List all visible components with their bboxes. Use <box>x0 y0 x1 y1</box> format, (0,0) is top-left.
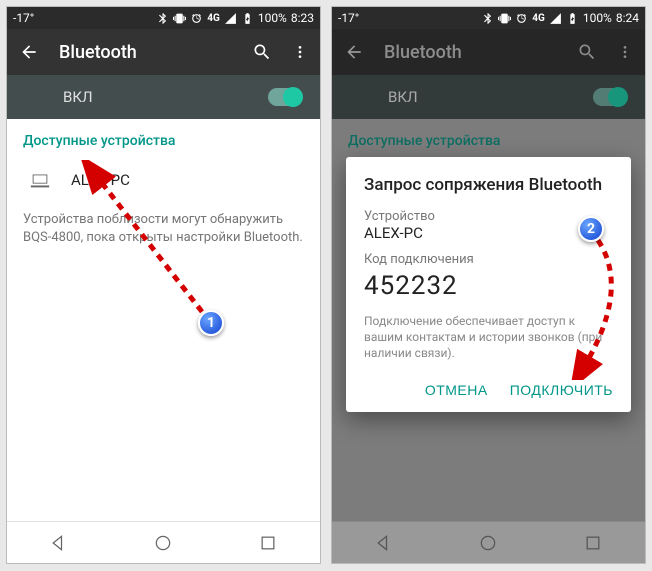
pairing-code: 452232 <box>364 271 613 301</box>
vibrate-icon <box>498 12 511 25</box>
bt-toggle-row[interactable]: ВКЛ <box>332 75 645 119</box>
clock: 8:23 <box>291 11 314 25</box>
section-header: Доступные устройства <box>348 133 629 149</box>
bluetooth-icon <box>481 12 494 25</box>
page-title: Bluetooth <box>59 42 232 63</box>
clock: 8:24 <box>616 11 639 25</box>
battery-icon <box>241 12 254 25</box>
section-header: Доступные устройства <box>23 133 304 149</box>
search-icon[interactable] <box>252 42 272 62</box>
page-title: Bluetooth <box>384 42 557 63</box>
toggle-label: ВКЛ <box>63 88 93 106</box>
network-4g-icon: 4G <box>532 13 545 24</box>
dialog-device-name: ALEX-PC <box>364 224 613 242</box>
menu-dots-icon[interactable] <box>617 42 633 62</box>
content-area: Доступные устройства ALEX-PC Устройства … <box>7 119 320 521</box>
battery-pct: 100% <box>583 11 612 25</box>
nav-bar <box>7 521 320 563</box>
app-bar: Bluetooth <box>332 29 645 75</box>
laptop-icon <box>29 169 51 191</box>
cancel-button[interactable]: ОТМЕНА <box>425 382 488 398</box>
nav-recent-icon[interactable] <box>258 533 278 553</box>
discoverable-hint: Устройства поблизости могут обнаружить B… <box>23 211 304 246</box>
alarm-icon <box>515 12 528 25</box>
code-label: Код подключения <box>364 252 613 267</box>
device-row[interactable]: ALEX-PC <box>23 163 304 205</box>
nav-back-icon[interactable] <box>49 533 69 553</box>
nav-home-icon[interactable] <box>153 533 173 553</box>
pair-dialog: Запрос сопряжения Bluetooth Устройство A… <box>346 157 631 412</box>
nav-recent-icon[interactable] <box>583 533 603 553</box>
phone-left: -17° 4G 100% 8:23 Bluetooth ВКЛ Доступны… <box>6 6 321 564</box>
dialog-note: Подключение обеспечивает доступ к вашим … <box>364 313 613 362</box>
callout-badge-2: 2 <box>578 216 604 242</box>
temperature: -17° <box>13 11 34 25</box>
toggle-switch[interactable] <box>268 88 302 106</box>
device-label: Устройство <box>364 209 613 224</box>
temperature: -17° <box>338 11 359 25</box>
nav-bar <box>332 521 645 563</box>
alarm-icon <box>190 12 203 25</box>
phone-right: -17° 4G 100% 8:24 Bluetooth ВКЛ Доступны… <box>331 6 646 564</box>
signal-icon <box>549 12 562 25</box>
nav-home-icon[interactable] <box>478 533 498 553</box>
status-bar: -17° 4G 100% 8:23 <box>7 7 320 29</box>
bt-toggle-row[interactable]: ВКЛ <box>7 75 320 119</box>
bluetooth-icon <box>156 12 169 25</box>
device-name: ALEX-PC <box>71 171 130 189</box>
battery-icon <box>566 12 579 25</box>
dialog-actions: ОТМЕНА ПОДКЛЮЧИТЬ <box>364 376 613 402</box>
back-icon[interactable] <box>344 42 364 62</box>
nav-back-icon[interactable] <box>374 533 394 553</box>
battery-pct: 100% <box>258 11 287 25</box>
status-bar: -17° 4G 100% 8:24 <box>332 7 645 29</box>
pair-button[interactable]: ПОДКЛЮЧИТЬ <box>510 382 613 398</box>
app-bar: Bluetooth <box>7 29 320 75</box>
search-icon[interactable] <box>577 42 597 62</box>
back-icon[interactable] <box>19 42 39 62</box>
vibrate-icon <box>173 12 186 25</box>
signal-icon <box>224 12 237 25</box>
toggle-label: ВКЛ <box>388 88 418 106</box>
dialog-title: Запрос сопряжения Bluetooth <box>364 175 613 195</box>
toggle-switch[interactable] <box>593 88 627 106</box>
network-4g-icon: 4G <box>207 13 220 24</box>
menu-dots-icon[interactable] <box>292 42 308 62</box>
callout-badge-1: 1 <box>198 310 224 336</box>
